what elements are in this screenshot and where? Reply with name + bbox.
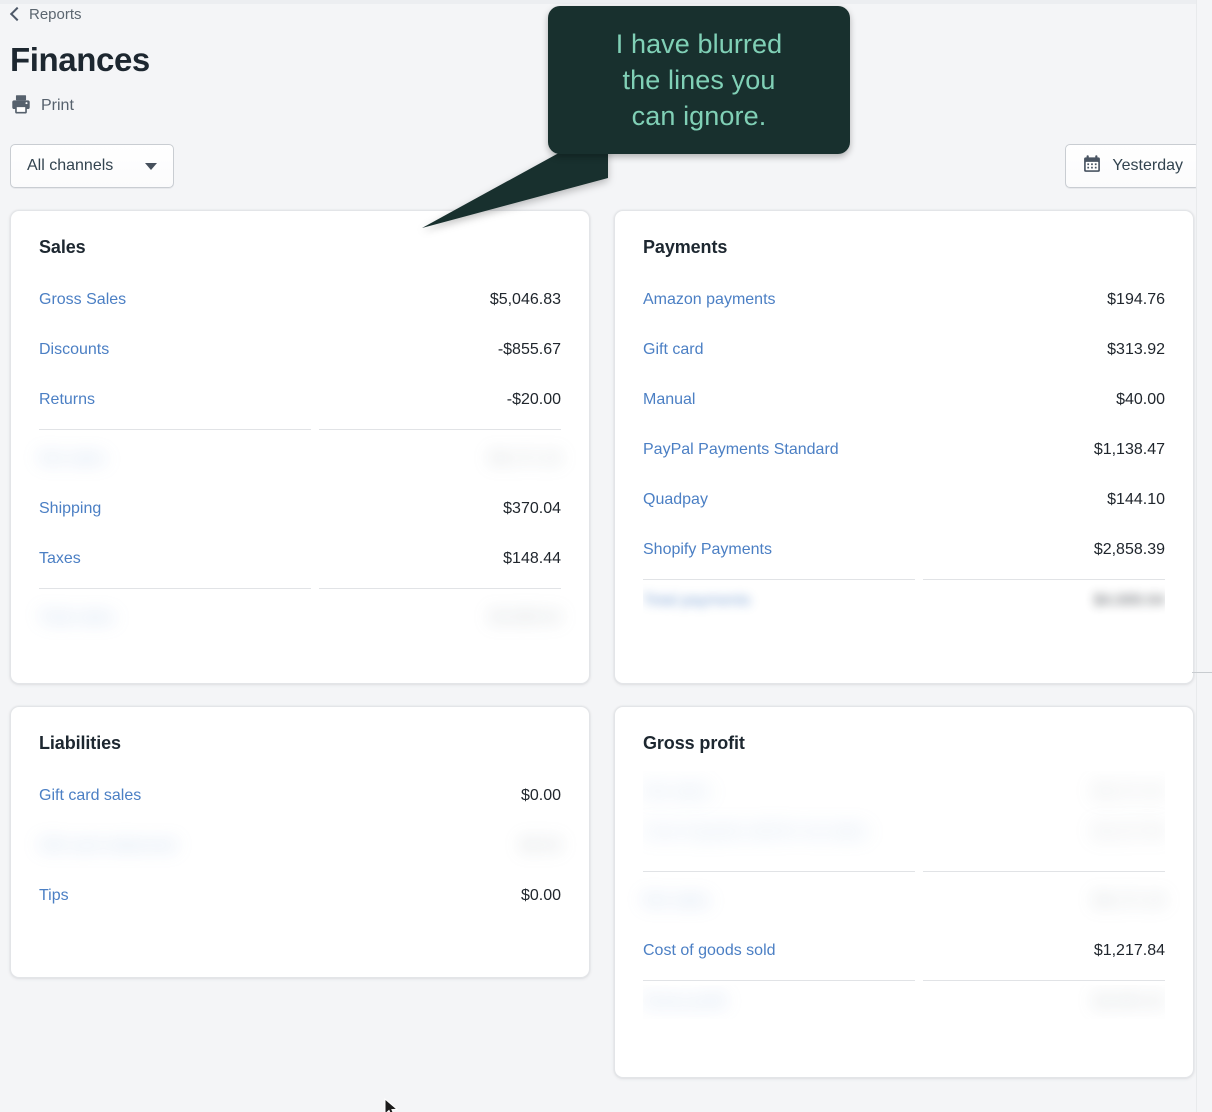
table-row[interactable]: Gift card $313.92 <box>643 325 1165 375</box>
table-row[interactable]: Shipping $370.04 <box>39 484 561 534</box>
card-gross-profit: Gross profit Net sales Cost of goods sol… <box>614 706 1194 1078</box>
chevron-left-icon <box>9 6 25 22</box>
row-label[interactable]: Net sales <box>643 892 710 910</box>
card-title-liabilities: Liabilities <box>39 733 121 753</box>
calendar-icon <box>1082 154 1102 179</box>
row-label[interactable]: Returns <box>39 391 95 409</box>
row-value: $40.00 <box>1116 391 1165 408</box>
row-label[interactable]: Total sales <box>39 609 115 627</box>
row-label: Net sales <box>643 783 710 800</box>
card-payments: Payments Amazon payments $194.76 Gift ca… <box>614 210 1194 684</box>
row-value: $194.76 <box>1107 291 1165 308</box>
table-row[interactable]: Discounts -$855.67 <box>39 325 561 375</box>
annotation-bubble: I have blurred the lines you can ignore. <box>548 6 850 154</box>
row-value: $4,171.16 <box>489 450 561 467</box>
table-row-redacted[interactable]: Total payments $4,689.64 <box>643 584 1165 618</box>
row-label[interactable]: Taxes <box>39 550 81 568</box>
breadcrumb-label: Reports <box>29 6 82 23</box>
row-label[interactable]: Gift card sales <box>39 787 141 805</box>
row-label[interactable]: Gift card <box>643 341 703 359</box>
row-value: $5,046.83 <box>489 291 561 308</box>
row-label[interactable]: PayPal Payments Standard <box>643 441 839 459</box>
row-label[interactable]: Gross Sales <box>39 291 126 309</box>
row-label[interactable]: Shopify Payments <box>643 541 772 559</box>
chevron-down-icon <box>145 162 157 170</box>
row-value: $1,217.84 <box>1093 942 1165 959</box>
table-row-redacted[interactable]: Gross profit $2,953.32 <box>643 985 1165 1019</box>
table-row[interactable]: Gift card sales $0.00 <box>39 771 561 821</box>
channel-filter-button[interactable]: All channels <box>10 144 174 188</box>
table-row[interactable]: Taxes $148.44 <box>39 534 561 584</box>
card-sales: Sales Gross Sales $5,046.83 Discounts -$… <box>10 210 590 684</box>
row-value: $148.44 <box>503 550 561 567</box>
row-label[interactable]: Shipping <box>39 500 101 518</box>
table-row-redacted[interactable]: Net sales $4,171.16 <box>643 876 1165 926</box>
row-label: Cost of goods sold for net sales <box>643 823 868 840</box>
date-range-button[interactable]: Yesterday <box>1065 144 1200 188</box>
row-value: $1,217.84 <box>1093 823 1165 840</box>
row-label[interactable]: Cost of goods sold <box>643 942 776 960</box>
printer-icon <box>10 93 32 120</box>
table-row[interactable]: PayPal Payments Standard $1,138.47 <box>643 425 1165 475</box>
row-divider <box>643 980 1165 981</box>
row-divider <box>643 579 1165 580</box>
table-row[interactable]: Gross Sales $5,046.83 <box>39 275 561 325</box>
table-row[interactable]: Quadpay $144.10 <box>643 475 1165 525</box>
cards-grid: Sales Gross Sales $5,046.83 Discounts -$… <box>0 210 1212 1078</box>
card-title-sales: Sales <box>39 237 86 257</box>
row-label[interactable]: Total payments <box>643 592 751 610</box>
mouse-cursor <box>384 1098 399 1112</box>
row-divider <box>643 871 1165 872</box>
row-value: $4,689.64 <box>489 609 561 626</box>
card-title-gross-profit: Gross profit <box>643 733 745 753</box>
row-value: $370.04 <box>503 500 561 517</box>
card-title-payments: Payments <box>643 237 728 257</box>
channel-filter-label: All channels <box>27 157 114 174</box>
row-value: $1,138.47 <box>1093 441 1165 458</box>
table-row[interactable]: Cost of goods sold $1,217.84 <box>643 926 1165 976</box>
print-button[interactable]: Print <box>10 94 96 118</box>
table-row[interactable]: Manual $40.00 <box>643 375 1165 425</box>
top-band <box>0 0 1212 4</box>
right-panel-edge <box>1196 0 1212 1112</box>
row-label[interactable]: Discounts <box>39 341 109 359</box>
print-label: Print <box>41 97 74 114</box>
row-label[interactable]: Net sales <box>39 450 106 468</box>
table-row[interactable]: Amazon payments $194.76 <box>643 275 1165 325</box>
card-liabilities: Liabilities Gift card sales $0.00 Gift c… <box>10 706 590 978</box>
row-label[interactable]: Gross profit <box>643 993 726 1011</box>
row-divider <box>39 588 561 589</box>
row-value: $144.10 <box>1107 491 1165 508</box>
table-row-redacted[interactable]: Gift card redeemed $0.00 <box>39 821 561 871</box>
table-row[interactable]: Returns -$20.00 <box>39 375 561 425</box>
annotation-text: I have blurred the lines you can ignore. <box>615 29 783 131</box>
row-label[interactable]: Gift card redeemed <box>39 837 176 855</box>
table-row-redacted[interactable]: Total sales $4,689.64 <box>39 593 561 643</box>
row-label[interactable]: Manual <box>643 391 695 409</box>
row-value: $4,171.16 <box>1093 783 1165 800</box>
row-value: $0.00 <box>520 887 561 904</box>
redacted-block: Net sales Cost of goods sold for net sal… <box>643 771 1165 867</box>
table-row-redacted[interactable]: Net sales $4,171.16 <box>39 434 561 484</box>
row-label[interactable]: Amazon payments <box>643 291 776 309</box>
row-value: -$855.67 <box>497 341 561 358</box>
right-horizontal-rule <box>1192 672 1212 673</box>
row-value: $313.92 <box>1107 341 1165 358</box>
row-divider <box>39 429 561 430</box>
row-value: $2,858.39 <box>1093 541 1165 558</box>
row-value: $0.00 <box>520 837 561 854</box>
row-value: $2,953.32 <box>1093 993 1165 1010</box>
date-range-label: Yesterday <box>1112 157 1183 174</box>
row-value: -$20.00 <box>506 391 561 408</box>
table-row[interactable]: Shopify Payments $2,858.39 <box>643 525 1165 575</box>
row-label[interactable]: Quadpay <box>643 491 708 509</box>
row-value: $4,171.16 <box>1093 892 1165 909</box>
row-value: $0.00 <box>520 787 561 804</box>
row-value: $4,689.64 <box>1093 592 1165 609</box>
table-row[interactable]: Tips $0.00 <box>39 871 561 921</box>
row-label[interactable]: Tips <box>39 887 69 905</box>
